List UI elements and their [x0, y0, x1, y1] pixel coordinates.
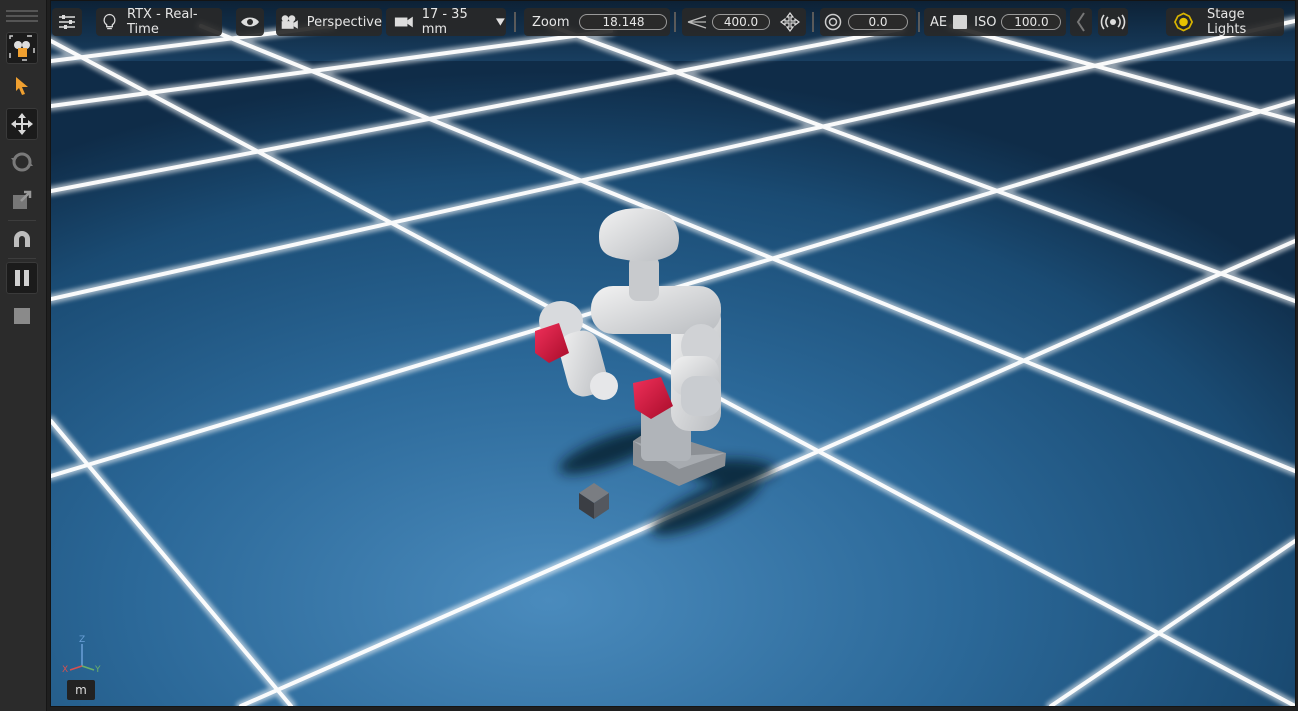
select-mode-icon	[9, 35, 35, 61]
scale-button[interactable]	[6, 184, 38, 216]
axis-x-label: X	[62, 665, 68, 675]
sun-light-icon	[1174, 12, 1194, 32]
zoom-label: Zoom	[532, 14, 570, 30]
render-mode-label: RTX - Real-Time	[127, 7, 198, 37]
lens-camera-icon	[394, 16, 413, 28]
stop-button[interactable]	[6, 300, 38, 332]
broadcast-icon	[1100, 14, 1126, 30]
axis-y-label: Y	[94, 665, 101, 675]
toolbar-divider	[674, 12, 676, 32]
rotate-icon	[11, 152, 33, 172]
ae-label: AE	[930, 14, 948, 30]
sliders-icon	[59, 15, 75, 29]
select-arrow-icon	[16, 77, 28, 95]
select-button[interactable]	[6, 70, 38, 102]
iso-field[interactable]: 100.0	[1001, 14, 1062, 30]
toolbar-grip[interactable]	[6, 20, 38, 22]
broadcast-button[interactable]	[1098, 8, 1128, 36]
movie-camera-icon	[281, 15, 298, 29]
toolbar-grip[interactable]	[6, 15, 38, 17]
move-button[interactable]	[6, 108, 38, 140]
lens-menu[interactable]: 17 - 35 mm	[386, 7, 506, 37]
toolbar-divider	[514, 12, 516, 32]
zoom-control: Zoom 18.148	[524, 8, 670, 36]
chevron-down-icon	[496, 18, 506, 26]
render-mode-menu[interactable]: RTX - Real-Time	[96, 7, 222, 37]
viewport-toolbar: RTX - Real-Time Perspective 17 - 35 mm Z…	[52, 7, 1292, 37]
lightbulb-icon	[103, 13, 116, 30]
exposure-control: 0.0	[820, 8, 916, 36]
aperture-icon	[824, 13, 842, 31]
rotate-button[interactable]	[6, 146, 38, 178]
iso-label: ISO	[974, 14, 997, 30]
toolbar-divider	[918, 12, 920, 32]
axis-z-label: Z	[79, 635, 85, 645]
toolbar-divider	[8, 220, 36, 221]
visibility-menu-button[interactable]	[236, 8, 264, 36]
zoom-field[interactable]: 18.148	[579, 14, 668, 30]
camera-label: Perspective	[306, 14, 382, 30]
axis-gizmo: Z X Y	[62, 635, 101, 675]
move-target-icon[interactable]	[780, 12, 800, 32]
settings-menu-button[interactable]	[52, 8, 82, 36]
stop-icon	[14, 308, 30, 324]
snap-magnet-icon	[14, 231, 30, 247]
scale-icon	[13, 190, 32, 209]
scene-render	[51, 1, 1295, 706]
collapse-chevron-icon	[1076, 12, 1085, 32]
snap-button[interactable]	[6, 224, 38, 256]
pause-button[interactable]	[6, 262, 38, 294]
toolbar-divider	[812, 12, 814, 32]
move-icon	[11, 113, 33, 135]
left-toolbar	[0, 0, 47, 711]
collapse-toolbar-button[interactable]	[1070, 8, 1092, 36]
units-badge[interactable]: m	[67, 680, 95, 700]
stage-lights-label: Stage Lights	[1207, 7, 1247, 37]
ae-checkbox[interactable]	[953, 15, 968, 29]
select-mode-button[interactable]	[6, 32, 38, 64]
lens-label: 17 - 35 mm	[421, 7, 468, 37]
camera-menu[interactable]: Perspective	[276, 8, 382, 36]
toolbar-divider	[8, 258, 36, 259]
viewport[interactable]	[50, 0, 1296, 707]
stage-lights-menu[interactable]: Stage Lights	[1166, 7, 1284, 37]
eye-icon	[241, 17, 259, 27]
toolbar-grip[interactable]	[6, 10, 38, 12]
field-of-view-icon	[687, 15, 707, 29]
fov-control: 400.0	[682, 8, 806, 36]
iso-control: AE ISO 100.0	[924, 8, 1066, 36]
exposure-field[interactable]: 0.0	[848, 14, 908, 30]
pause-icon	[15, 270, 29, 286]
fov-field[interactable]: 400.0	[712, 14, 770, 30]
